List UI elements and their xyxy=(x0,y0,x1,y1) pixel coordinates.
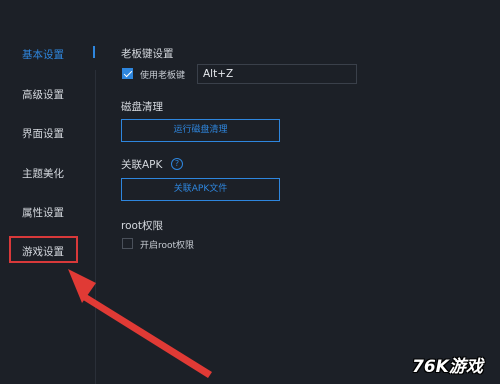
settings-sidebar: 基本设置 高级设置 界面设置 主题美化 属性设置 游戏设置 xyxy=(0,0,100,384)
associate-apk-button[interactable]: 关联APK文件 xyxy=(121,178,280,201)
boss-key-checkbox[interactable] xyxy=(122,68,133,79)
boss-key-checkbox-label: 使用老板键 xyxy=(140,71,186,81)
sidebar-divider xyxy=(95,70,96,384)
boss-key-section-title: 老板键设置 xyxy=(121,48,174,60)
root-checkbox-label: 开启root权限 xyxy=(140,241,195,251)
sidebar-item-basic-settings[interactable]: 基本设置 xyxy=(22,47,64,62)
boss-key-hotkey-field[interactable]: Alt+Z xyxy=(197,64,357,84)
sidebar-item-property-settings[interactable]: 属性设置 xyxy=(22,205,64,220)
apk-section-title: 关联APK xyxy=(121,159,163,171)
active-tab-indicator xyxy=(93,46,95,58)
sidebar-item-interface-settings[interactable]: 界面设置 xyxy=(22,126,64,141)
root-checkbox[interactable] xyxy=(122,238,133,249)
sidebar-item-game-settings[interactable]: 游戏设置 xyxy=(22,244,64,259)
sidebar-item-advanced-settings[interactable]: 高级设置 xyxy=(22,87,64,102)
help-icon[interactable]: ? xyxy=(171,158,183,170)
settings-window: 基本设置 高级设置 界面设置 主题美化 属性设置 游戏设置 老板键设置 使用老板… xyxy=(0,0,500,384)
run-disk-cleanup-button[interactable]: 运行磁盘清理 xyxy=(121,119,280,142)
sidebar-item-theme[interactable]: 主题美化 xyxy=(22,166,64,181)
root-section-title: root权限 xyxy=(121,220,164,232)
disk-cleanup-section-title: 磁盘清理 xyxy=(121,101,163,113)
watermark-logo: 76K游戏 xyxy=(412,357,483,377)
